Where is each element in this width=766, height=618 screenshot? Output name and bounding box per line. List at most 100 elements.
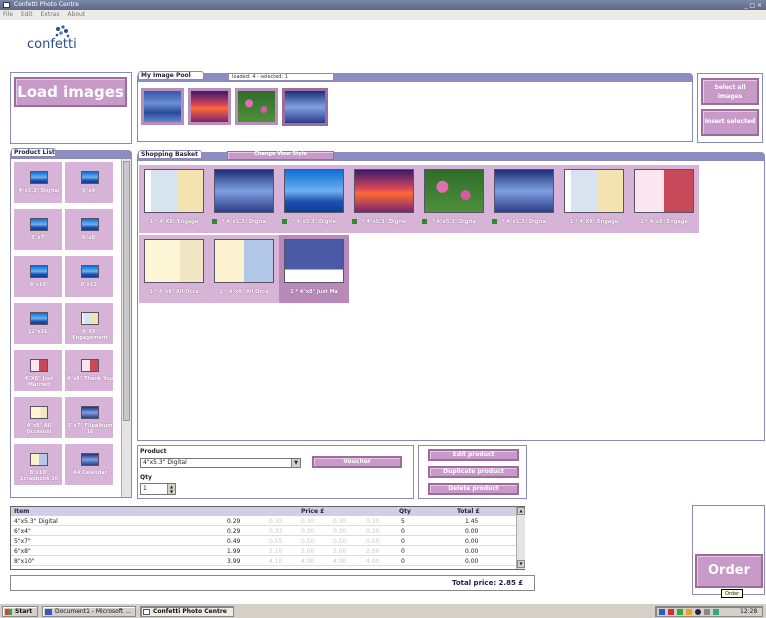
table-scrollbar[interactable]: ▲ ▼: [516, 507, 525, 569]
cell-item: 6"x4": [14, 528, 31, 535]
product-thumbnail-icon: [81, 265, 99, 278]
pool-image-2[interactable]: [188, 88, 231, 125]
tray-app-icon[interactable]: [695, 609, 701, 615]
order-button[interactable]: Order: [695, 554, 763, 588]
product-list-scrollbar[interactable]: [121, 159, 131, 497]
cell-p5: 2.00: [366, 548, 380, 555]
tray-network-icon[interactable]: [659, 609, 665, 615]
product-list-item[interactable]: 12"x16": [13, 302, 63, 345]
taskbar-item-confetti[interactable]: Confetti Photo Centre: [140, 606, 234, 617]
tray-sync-icon[interactable]: [713, 609, 719, 615]
menu-edit[interactable]: Edit: [18, 11, 36, 18]
product-list-item[interactable]: A4 Calendar: [64, 443, 114, 486]
spin-arrows-icon[interactable]: ▲ ▼: [167, 484, 175, 494]
tray-update-icon[interactable]: [677, 609, 683, 615]
edit-product-button[interactable]: Edit product: [428, 449, 519, 461]
select-all-images-button[interactable]: Select all images: [701, 78, 759, 105]
cell-qty: 5: [401, 518, 405, 525]
order-tooltip: Order: [721, 589, 744, 598]
menu-about[interactable]: About: [64, 11, 88, 18]
basket-item[interactable]: 1 * 4"x8" All Occa: [209, 235, 279, 303]
taskbar-item-document[interactable]: Document1 - Microsoft ...: [42, 606, 136, 617]
basket-item-image: [214, 169, 274, 213]
duplicate-product-button[interactable]: Duplicate product: [428, 466, 519, 478]
tab-my-image-pool[interactable]: My Image Pool: [138, 71, 204, 80]
product-list-item[interactable]: 4"x8" Thank You: [64, 349, 114, 392]
basket-item[interactable]: 1 * 4"x8" Just Ma: [279, 235, 349, 303]
chevron-down-icon[interactable]: ▼: [291, 459, 300, 467]
table-row[interactable]: 6"x4" 0.29 0.33 0.30 0.30 0.30 0 0.00: [11, 527, 516, 536]
table-row[interactable]: 5"x7" 0.49 0.55 0.50 0.50 0.50 0 0.00: [11, 537, 516, 546]
pool-image-3[interactable]: [235, 88, 278, 125]
load-images-panel: Load images: [10, 72, 132, 144]
table-row[interactable]: 6"x8" 1.99 2.10 2.00 2.00 2.00 0 0.00: [11, 547, 516, 556]
cell-p5: 0.30: [366, 518, 380, 525]
basket-item-caption: 1 * 4"X8" Engage: [569, 219, 619, 225]
basket-item-image: [284, 239, 344, 283]
basket-item[interactable]: 1 * 4"X8" Engage: [139, 165, 209, 233]
load-images-button[interactable]: Load images: [14, 77, 127, 107]
tray-display-icon[interactable]: [704, 609, 710, 615]
basket-item[interactable]: * 4"x5.3" Digita: [349, 165, 419, 233]
pool-image-4-selected[interactable]: [282, 88, 328, 126]
table-row[interactable]: 8"x10" 3.99 4.10 4.00 4.00 4.00 0 0.00: [11, 557, 516, 566]
product-select-value: 4"x5.3" Digital: [143, 459, 187, 466]
product-actions-panel: Edit product Duplicate product Delete pr…: [418, 445, 527, 499]
product-list-item-label: 6"x8": [82, 235, 98, 241]
pool-image-1[interactable]: [141, 88, 184, 125]
change-view-style-button[interactable]: Change View Style: [227, 151, 334, 160]
product-thumbnail-icon: [81, 406, 99, 419]
scroll-thumb[interactable]: [123, 161, 130, 421]
delete-product-button[interactable]: Delete product: [428, 483, 519, 495]
product-thumbnail-icon: [81, 453, 99, 466]
basket-item[interactable]: * 4"x5.3" Digita: [419, 165, 489, 233]
basket-item[interactable]: 1 * 4"x8" Engage: [629, 165, 699, 233]
product-list-item[interactable]: 4"x5.3" Digital: [13, 161, 63, 204]
tray-volume-icon[interactable]: [686, 609, 692, 615]
product-list-item[interactable]: 5"x7" Flipalbum 16: [64, 396, 114, 439]
product-list-item[interactable]: 8"x10": [13, 255, 63, 298]
cell-p5: 0.50: [366, 538, 380, 545]
tray-security-icon[interactable]: [668, 609, 674, 615]
qty-stepper[interactable]: 1 ▲ ▼: [140, 483, 176, 495]
basket-item[interactable]: 1 * 4"x8" All Occa: [139, 235, 209, 303]
basket-item-caption: 1 * 4"x8" All Occa: [219, 289, 269, 295]
product-list-item[interactable]: 5"x7": [13, 208, 63, 251]
insert-selected-button[interactable]: Insert selected: [701, 109, 759, 136]
menu-extras[interactable]: Extras: [38, 11, 63, 18]
basket-item[interactable]: * 4"x5.3" Digita: [209, 165, 279, 233]
cell-item: 8"x10": [14, 558, 35, 565]
product-list-item-label: 8"x12": [80, 282, 100, 288]
menu-file[interactable]: File: [0, 11, 16, 18]
product-select[interactable]: 4"x5.3" Digital ▼: [140, 458, 301, 468]
voucher-button[interactable]: Voucher: [312, 456, 402, 468]
col-qty: Qty: [399, 508, 411, 515]
product-list-item[interactable]: 4"X8" Engagement: [64, 302, 114, 345]
product-list-item[interactable]: 6"x8": [64, 208, 114, 251]
scroll-up-icon[interactable]: ▲: [517, 507, 525, 515]
image-pool-status: loaded: 4 - selected: 1: [228, 73, 334, 81]
cell-p4: 0.30: [333, 528, 347, 535]
shopping-basket-area: 1 * 4"X8" Engage * 4"x5.3" Digita * 4"x5.3…: [137, 160, 765, 441]
basket-item[interactable]: 1 * 4"X8" Engage: [559, 165, 629, 233]
product-list-item[interactable]: 6"x4": [64, 161, 114, 204]
product-list-item[interactable]: 8"x10" Scrapbook 16: [13, 443, 63, 486]
scroll-down-icon[interactable]: ▼: [517, 560, 525, 568]
basket-item-image: [354, 169, 414, 213]
col-price: Price £: [301, 508, 325, 515]
tab-product-list[interactable]: Product List: [11, 148, 56, 157]
product-list-item-label: A4 Calendar: [72, 470, 108, 476]
system-tray: 12:28: [655, 606, 763, 617]
table-row[interactable]: 4"x5.3" Digital 0.29 0.33 0.30 0.30 0.30 5 1.45: [11, 517, 516, 526]
start-button[interactable]: Start: [2, 606, 38, 617]
cell-price: 1.99: [227, 548, 241, 555]
product-list-item[interactable]: 4"X8" Just Married: [13, 349, 63, 392]
product-thumbnail-icon: [81, 312, 99, 325]
basket-item[interactable]: * 4"x5.3" Digita: [279, 165, 349, 233]
image-pool-area: [137, 81, 693, 142]
tab-shopping-basket[interactable]: Shopping Basket: [138, 150, 202, 159]
product-list-item[interactable]: 8"x12": [64, 255, 114, 298]
basket-item[interactable]: * 4"x5.3" Digita: [489, 165, 559, 233]
product-list-item[interactable]: 4"x8" All Occasion: [13, 396, 63, 439]
app-window: Confetti Photo Centre _ □ × File Edit Ex…: [0, 0, 766, 618]
